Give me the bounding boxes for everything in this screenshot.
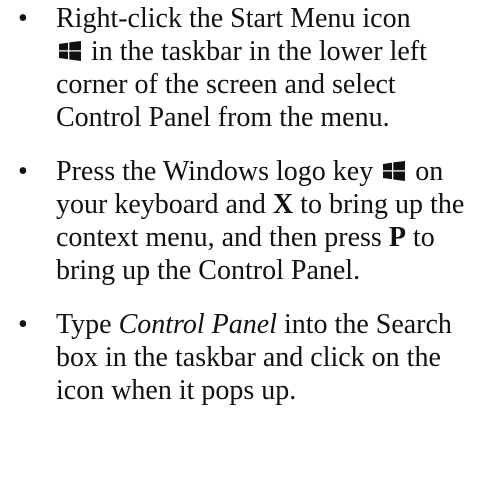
windows-logo-icon	[383, 161, 406, 181]
windows-logo-icon	[59, 41, 81, 61]
instructions-list: • Right-click the Start Menu icon in the…	[18, 2, 473, 407]
list-item: • Type Control Panel into the Search box…	[18, 308, 473, 407]
item-text: Type	[56, 309, 119, 340]
key-label: X	[272, 189, 294, 220]
item-text: Right-click the Start Menu icon	[56, 3, 411, 34]
bullet: •	[18, 156, 28, 187]
instructions-document: • Right-click the Start Menu icon in the…	[0, 0, 477, 493]
item-text: in the taskbar in the lower left corner …	[56, 36, 427, 133]
item-text: Press the Windows logo key	[56, 156, 381, 187]
bullet: •	[18, 309, 28, 340]
emphasis-text: Control Panel	[118, 309, 277, 340]
list-item: • Press the Windows logo key on your key…	[18, 155, 473, 287]
bullet: •	[18, 3, 28, 34]
key-label: P	[388, 222, 406, 253]
list-item: • Right-click the Start Menu icon in the…	[18, 2, 473, 134]
